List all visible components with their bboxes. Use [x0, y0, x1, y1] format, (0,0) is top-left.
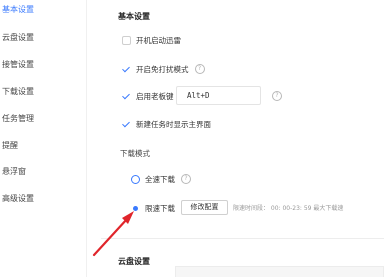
download-mode-title: 下载模式: [120, 149, 150, 158]
sidebar-item-cloud-settings[interactable]: 云盘设置: [0, 28, 86, 48]
dnd-checkbox[interactable]: [122, 65, 131, 74]
sidebar-item-floating-window[interactable]: 悬浮窗: [0, 162, 86, 182]
cloud-settings-title: 云盘设置: [118, 257, 150, 266]
sidebar-item-reminders[interactable]: 提醒: [0, 136, 86, 156]
show-main-label: 新建任务时显示主界面: [136, 119, 211, 129]
autostart-label: 开机启动迅雷: [136, 35, 181, 45]
show-main-checkbox[interactable]: [122, 120, 131, 129]
sidebar-item-task-management[interactable]: 任务管理: [0, 109, 86, 129]
sidebar-item-basic-settings[interactable]: 基本设置: [0, 0, 86, 20]
help-icon[interactable]: ?: [272, 91, 282, 101]
boss-key-checkbox[interactable]: [122, 92, 131, 101]
help-icon[interactable]: ?: [181, 174, 191, 184]
autostart-checkbox[interactable]: [122, 35, 131, 45]
limited-speed-radio[interactable]: [131, 203, 140, 213]
full-speed-radio[interactable]: [131, 174, 140, 184]
autostart-option[interactable]: 开机启动迅雷: [122, 33, 181, 47]
sidebar-item-download-settings[interactable]: 下载设置: [0, 82, 86, 102]
limited-speed-label: 限速下载: [145, 203, 175, 213]
dnd-option[interactable]: 开启免打扰模式 ?: [122, 62, 205, 76]
sidebar-divider: [86, 0, 87, 277]
boss-key-help[interactable]: ?: [266, 89, 282, 103]
boss-key-option[interactable]: 启用老板键: [122, 89, 174, 103]
section-divider: [101, 238, 384, 239]
speed-limit-info: 限速时间段： 00: 00-23: 59 最大下载速: [233, 205, 344, 212]
basic-settings-title: 基本设置: [118, 12, 150, 21]
sidebar-item-advanced-settings[interactable]: 高级设置: [0, 189, 86, 209]
edit-config-button[interactable]: 修改配置: [181, 200, 228, 215]
help-icon[interactable]: ?: [194, 64, 205, 74]
cloud-settings-panel: [175, 266, 384, 277]
full-speed-option[interactable]: 全速下载 ?: [131, 172, 191, 186]
sidebar-item-takeover-settings[interactable]: 接管设置: [0, 55, 86, 75]
boss-key-label: 启用老板键: [136, 91, 174, 101]
dnd-label: 开启免打扰模式: [136, 64, 189, 74]
sidebar: 基本设置 云盘设置 接管设置 下载设置 任务管理 提醒 悬浮窗 高级设置: [0, 0, 86, 277]
full-speed-label: 全速下载: [145, 174, 175, 184]
boss-key-hotkey-input[interactable]: Alt+D: [176, 86, 261, 105]
limited-speed-option[interactable]: 限速下载: [131, 201, 175, 215]
show-main-option[interactable]: 新建任务时显示主界面: [122, 117, 211, 131]
